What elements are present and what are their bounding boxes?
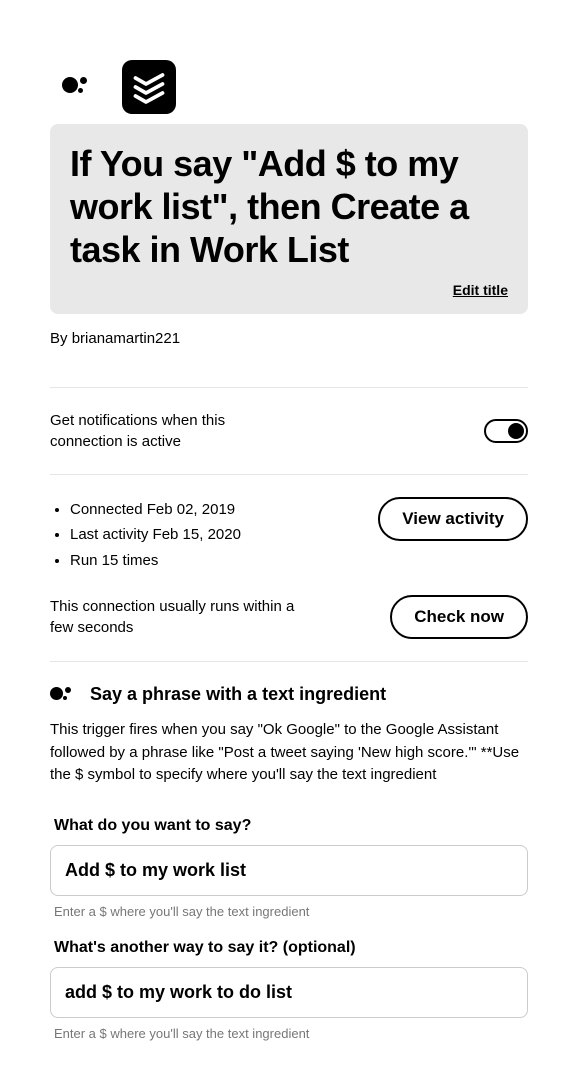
activity-connected: Connected Feb 02, 2019 bbox=[70, 497, 241, 523]
phrase1-field-group: What do you want to say? Enter a $ where… bbox=[50, 817, 528, 919]
trigger-section: Say a phrase with a text ingredient This… bbox=[50, 662, 528, 1041]
activity-runs: Run 15 times bbox=[70, 548, 241, 574]
todoist-icon bbox=[122, 60, 176, 114]
check-text: This connection usually runs within a fe… bbox=[50, 596, 310, 638]
check-row: This connection usually runs within a fe… bbox=[50, 595, 528, 661]
phrase2-hint: Enter a $ where you'll say the text ingr… bbox=[50, 1026, 528, 1041]
notifications-label: Get notifications when this connection i… bbox=[50, 410, 250, 452]
phrase2-label: What's another way to say it? (optional) bbox=[50, 939, 528, 957]
activity-last: Last activity Feb 15, 2020 bbox=[70, 522, 241, 548]
google-assistant-icon bbox=[50, 685, 76, 705]
activity-row: Connected Feb 02, 2019 Last activity Feb… bbox=[50, 475, 528, 596]
author-name: brianamartin221 bbox=[72, 330, 180, 347]
title-card: If You say "Add $ to my work list", then… bbox=[50, 124, 528, 314]
applet-title: If You say "Add $ to my work list", then… bbox=[70, 142, 508, 272]
phrase1-label: What do you want to say? bbox=[50, 817, 528, 835]
service-icons-row bbox=[50, 60, 528, 114]
phrase1-input[interactable] bbox=[50, 845, 528, 896]
phrase1-hint: Enter a $ where you'll say the text ingr… bbox=[50, 904, 528, 919]
activity-list: Connected Feb 02, 2019 Last activity Feb… bbox=[50, 497, 241, 574]
edit-title-link[interactable]: Edit title bbox=[453, 282, 508, 298]
trigger-header: Say a phrase with a text ingredient bbox=[50, 684, 528, 705]
google-assistant-icon bbox=[50, 60, 104, 114]
trigger-title: Say a phrase with a text ingredient bbox=[90, 684, 386, 705]
check-now-button[interactable]: Check now bbox=[390, 595, 528, 639]
byline: By brianamartin221 bbox=[50, 330, 528, 347]
notifications-row: Get notifications when this connection i… bbox=[50, 388, 528, 474]
phrase2-field-group: What's another way to say it? (optional)… bbox=[50, 939, 528, 1041]
phrase2-input[interactable] bbox=[50, 967, 528, 1018]
notifications-toggle[interactable] bbox=[484, 419, 528, 443]
trigger-description: This trigger fires when you say "Ok Goog… bbox=[50, 719, 528, 787]
view-activity-button[interactable]: View activity bbox=[378, 497, 528, 541]
